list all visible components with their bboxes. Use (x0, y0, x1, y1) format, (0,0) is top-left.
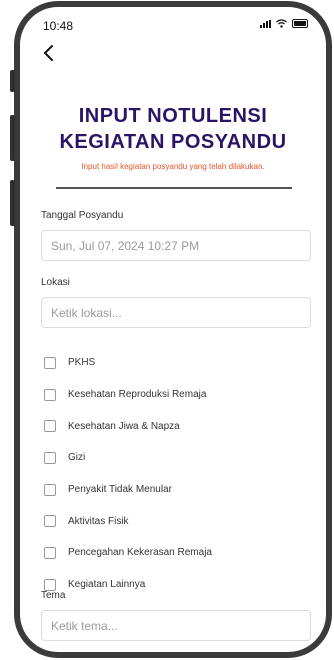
page-title-line2: KEGIATAN POSYANDU (59, 131, 287, 153)
checkbox-label: Aktivitas Fisik (68, 515, 129, 527)
checkbox-penyakit-tidak-menular[interactable]: Penyakit Tidak Menular (44, 474, 212, 506)
battery-icon (292, 19, 308, 28)
checkbox-pencegahan-kekerasan-remaja[interactable]: Pencegahan Kekerasan Remaja (44, 537, 212, 569)
checkbox[interactable] (44, 483, 56, 496)
page-title: INPUT NOTULENSI KEGIATAN POSYANDU (20, 103, 326, 155)
checkbox-kesehatan-jiwa-napza[interactable]: Kesehatan Jiwa & Napza (44, 410, 212, 442)
category-checklist: PKHS Kesehatan Reproduksi Remaja Kesehat… (44, 347, 212, 601)
checkbox[interactable] (44, 451, 56, 464)
date-value: Sun, Jul 07, 2024 10:27 PM (51, 238, 200, 253)
checkbox[interactable] (44, 420, 56, 433)
checkbox-label: Kegiatan Lainnya (68, 579, 146, 591)
status-time: 10:48 (43, 19, 74, 33)
checkbox-pkhs[interactable]: PKHS (44, 347, 212, 379)
page-subtitle: Input hasil kegiatan posyandu yang telah… (81, 162, 265, 171)
checkbox-label: PKHS (68, 357, 96, 369)
checkbox[interactable] (44, 515, 56, 528)
checkbox-label: Kesehatan Jiwa & Napza (68, 420, 180, 432)
volume-up-button (10, 115, 15, 161)
checkbox-label: Pencegahan Kekerasan Remaja (68, 547, 212, 559)
checkbox[interactable] (44, 388, 56, 401)
checkbox-label: Penyakit Tidak Menular (68, 484, 172, 496)
header-divider (56, 187, 292, 189)
status-bar: 10:48 (20, 7, 326, 33)
page-title-line1: INPUT NOTULENSI (78, 105, 268, 127)
theme-placeholder: Ketik tema... (51, 618, 118, 633)
screen: 10:48 INPUT NOTULENSI KEGIATAN POSYANDU … (20, 7, 326, 652)
checkbox[interactable] (44, 546, 56, 559)
theme-label: Tema (41, 590, 66, 601)
date-field[interactable]: Sun, Jul 07, 2024 10:27 PM (41, 230, 311, 261)
volume-down-button (10, 180, 15, 226)
checkbox-kesehatan-reproduksi-remaja[interactable]: Kesehatan Reproduksi Remaja (44, 379, 212, 411)
location-label: Lokasi (41, 277, 70, 288)
checkbox-kegiatan-lainnya[interactable]: Kegiatan Lainnya (44, 569, 212, 601)
date-label: Tanggal Posyandu (41, 210, 124, 221)
checkbox[interactable] (44, 578, 56, 591)
signal-icon (260, 19, 271, 28)
back-chevron-icon[interactable] (41, 43, 57, 63)
checkbox-aktivitas-fisik[interactable]: Aktivitas Fisik (44, 505, 212, 537)
checkbox[interactable] (44, 356, 56, 369)
status-icons (260, 19, 308, 28)
volume-button (10, 70, 15, 92)
theme-input[interactable]: Ketik tema... (41, 610, 311, 641)
location-input[interactable]: Ketik lokasi... (41, 297, 311, 328)
checkbox-label: Gizi (68, 452, 86, 464)
checkbox-label: Kesehatan Reproduksi Remaja (68, 389, 207, 401)
wifi-icon (276, 19, 287, 28)
checkbox-gizi[interactable]: Gizi (44, 442, 212, 474)
location-placeholder: Ketik lokasi... (51, 305, 122, 320)
